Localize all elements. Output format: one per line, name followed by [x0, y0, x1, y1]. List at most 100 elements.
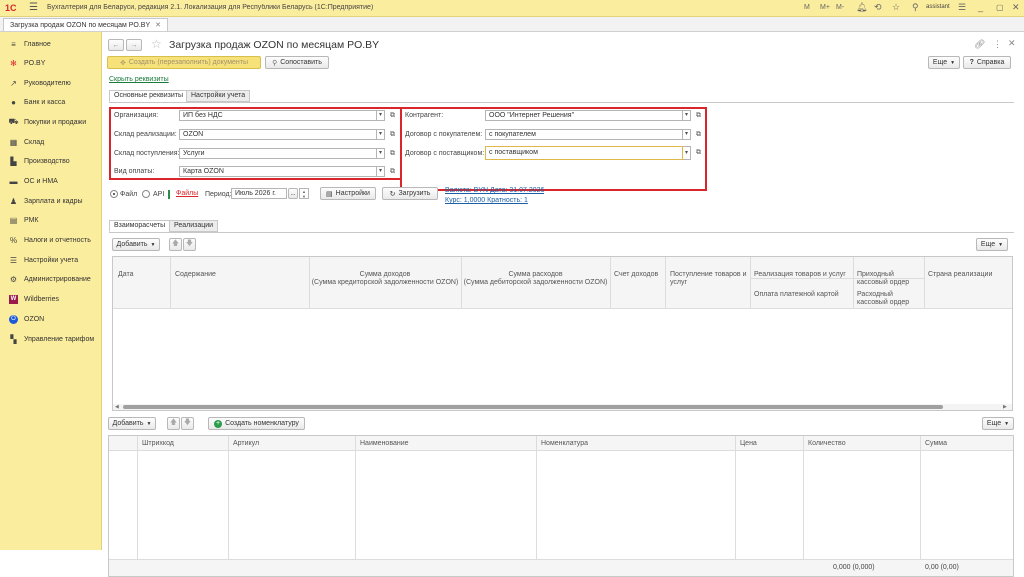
favorite-star-icon[interactable]: ☆ [151, 37, 162, 51]
sidebar-item-wildberries[interactable]: W Wildberries [0, 290, 101, 308]
window-tab[interactable]: Загрузка продаж OZON по месяцам PO.BY ✕ [3, 18, 169, 31]
table1-hscrollbar[interactable]: ◀ ▶ [113, 404, 1012, 410]
table2-more-button[interactable]: Еще ▼ [982, 417, 1014, 430]
sidebar-item-salary[interactable]: ♟ Зарплата и кадры [0, 192, 101, 210]
back-button[interactable]: ← [108, 39, 124, 51]
sidebar-item-ozon[interactable]: O OZON [0, 310, 101, 328]
table1-more-button[interactable]: Еще ▼ [976, 238, 1008, 251]
tab-close-icon[interactable]: ✕ [155, 21, 161, 29]
compare-icon: ⚲ [272, 59, 278, 67]
hamburger-icon[interactable]: ☰ [29, 2, 38, 13]
star-favorite-icon[interactable]: ☆ [892, 2, 900, 13]
sidebar-item-label: Wildberries [24, 295, 60, 303]
tab-accounting-settings[interactable]: Настройки учета [186, 90, 251, 102]
bookmark-m-icon[interactable]: M [804, 4, 810, 11]
compare-button[interactable]: ⚲ Сопоставить [265, 56, 329, 69]
col-price: Цена [740, 440, 757, 447]
receipt-warehouse-field[interactable]: Услуги [179, 148, 377, 159]
sales-warehouse-open-icon[interactable]: ⧉ [388, 129, 397, 140]
history-icon[interactable]: ⟲ [874, 2, 882, 13]
more-actions-icon[interactable]: ⋮ [993, 39, 1002, 50]
products-table[interactable]: Штрихкод Артикул Наименование Номенклату… [108, 435, 1014, 577]
sidebar-item-assets[interactable]: ▬ ОС и НМА [0, 172, 101, 190]
close-icon[interactable]: ✕ [1012, 2, 1020, 13]
sales-warehouse-dropdown-icon[interactable]: ▾ [377, 129, 385, 140]
api-radio[interactable] [142, 190, 150, 198]
form-close-icon[interactable]: ✕ [1008, 38, 1016, 49]
organization-open-icon[interactable]: ⧉ [388, 110, 397, 121]
supplier-contract-field[interactable]: с поставщиком [485, 146, 683, 160]
bookmark-mminus-icon[interactable]: M- [836, 4, 844, 11]
buyer-contract-dropdown-icon[interactable]: ▾ [683, 129, 691, 140]
table1-add-button[interactable]: Добавить ▼ [112, 238, 160, 251]
table1-scroll-thumb[interactable] [123, 405, 943, 409]
files-link[interactable]: Файлы [176, 190, 198, 197]
col-goods-receipt: Поступление товаров и услуг [670, 271, 747, 286]
load-button[interactable]: ↻ Загрузить [382, 187, 438, 200]
bookmark-mplus-icon[interactable]: M+ [820, 4, 830, 11]
sidebar-item-tariff[interactable]: ▚ Управление тарифом [0, 330, 101, 348]
organization-field[interactable]: ИП без НДС [179, 110, 377, 121]
payment-type-field[interactable]: Карта OZON [179, 166, 377, 177]
sidebar-item-poby[interactable]: ✻ PO.BY [0, 54, 101, 72]
tab-settlements[interactable]: Взаиморасчеты [109, 220, 171, 232]
col-sum: Сумма [925, 440, 947, 447]
currency-link[interactable]: Валюта: BYN Дата: 31.07.2026 [445, 187, 544, 194]
sidebar-item-rmk[interactable]: ▤ РМК [0, 211, 101, 229]
sidebar-item-bank[interactable]: ● Банк и касса [0, 93, 101, 111]
create-nomenclature-button[interactable]: + Создать номенклатуру [208, 417, 305, 430]
sidebar-item-label: PO.BY [24, 59, 46, 67]
buyer-contract-field[interactable]: с покупателем [485, 129, 683, 140]
create-documents-button[interactable]: ✥ Создать (перезаполнить) документы [107, 56, 261, 69]
tab-main-details[interactable]: Основные реквизиты [109, 90, 188, 102]
table1-scroll-left-icon[interactable]: ◀ [115, 404, 119, 410]
more-button-top[interactable]: Еще ▼ [928, 56, 960, 69]
sidebar-item-main[interactable]: ≡ Главное [0, 35, 101, 53]
sales-warehouse-field[interactable]: OZON [179, 129, 377, 140]
table1-scroll-right-icon[interactable]: ▶ [1003, 404, 1007, 410]
table2-move-down-button[interactable]: 🡇︎ [181, 417, 194, 430]
counterparty-field[interactable]: ООО "Интернет Решения" [485, 110, 683, 121]
search-icon[interactable]: ⚲ [912, 2, 919, 13]
payment-type-dropdown-icon[interactable]: ▾ [377, 166, 385, 177]
sidebar-item-purchases[interactable]: ⛟ Покупки и продажи [0, 113, 101, 131]
sidebar-item-warehouse[interactable]: ▦ Склад [0, 133, 101, 151]
supplier-contract-dropdown-icon[interactable]: ▾ [683, 146, 691, 160]
sales-warehouse-label: Склад реализации: [114, 131, 177, 138]
file-radio[interactable] [110, 190, 118, 198]
sidebar-item-production[interactable]: ▙ Производство [0, 152, 101, 170]
table2-add-button[interactable]: Добавить ▼ [108, 417, 156, 430]
bell-icon[interactable]: 🔔︎ [856, 2, 867, 13]
sidebar-item-admin[interactable]: ⚙ Администрирование [0, 270, 101, 288]
receipt-warehouse-open-icon[interactable]: ⧉ [388, 148, 397, 159]
sidebar-item-manager[interactable]: ↗ Руководителю [0, 74, 101, 92]
organization-dropdown-icon[interactable]: ▾ [377, 110, 385, 121]
maximize-icon[interactable]: ▢ [996, 3, 1004, 12]
link-icon[interactable]: 🔗︎ [974, 39, 985, 50]
settlements-table[interactable]: Дата Содержание Сумма доходов (Сумма кре… [112, 256, 1013, 411]
period-spinner[interactable]: ▲ ▼ [299, 188, 309, 199]
counterparty-dropdown-icon[interactable]: ▾ [683, 110, 691, 121]
table1-move-down-button[interactable]: 🡇︎ [183, 238, 196, 251]
supplier-contract-open-icon[interactable]: ⧉ [694, 147, 703, 158]
settings-menu-icon[interactable]: ☰ [958, 2, 966, 13]
settings-button[interactable]: ▤ Настройки [320, 187, 376, 200]
period-field[interactable]: Июль 2026 г. [231, 188, 287, 199]
sidebar-item-taxes[interactable]: % Налоги и отчетность [0, 231, 101, 249]
tab-sales[interactable]: Реализации [169, 220, 219, 232]
hide-details-link[interactable]: Скрыть реквизиты [109, 76, 169, 83]
payment-type-open-icon[interactable]: ⧉ [388, 166, 397, 177]
counterparty-open-icon[interactable]: ⧉ [694, 110, 703, 121]
help-button[interactable]: ? Справка [963, 56, 1011, 69]
period-select-button[interactable]: ... [288, 188, 298, 199]
forward-button[interactable]: → [126, 39, 142, 51]
plus-circle-icon: + [214, 419, 223, 428]
buyer-contract-open-icon[interactable]: ⧉ [694, 129, 703, 140]
sidebar-item-accounting-settings[interactable]: ☰ Настройки учета [0, 251, 101, 269]
rate-link[interactable]: Курс: 1,0000 Кратность: 1 [445, 197, 528, 204]
minimize-icon[interactable]: _ [978, 2, 983, 12]
user-name[interactable]: assistant [926, 4, 950, 10]
receipt-warehouse-dropdown-icon[interactable]: ▾ [377, 148, 385, 159]
table2-move-up-button[interactable]: 🡅︎ [167, 417, 180, 430]
table1-move-up-button[interactable]: 🡅︎ [169, 238, 182, 251]
